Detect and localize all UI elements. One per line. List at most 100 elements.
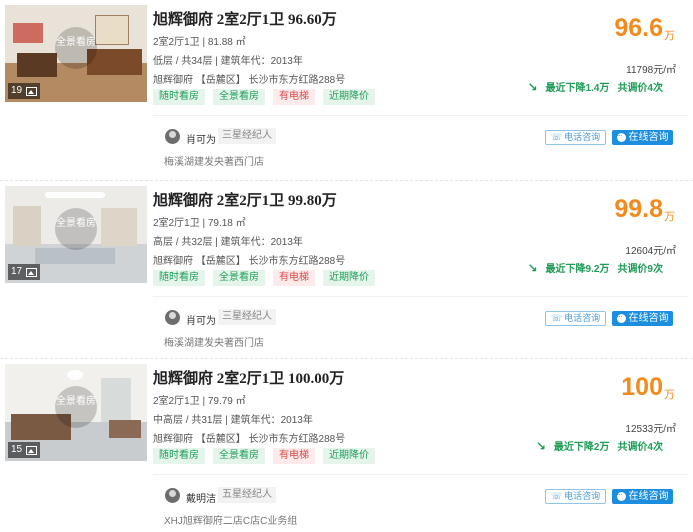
phone-consult-button[interactable]: ☏ 电话咨询 <box>545 130 606 145</box>
adjust-count: 共调价4次 <box>617 83 663 94</box>
phone-consult-label: 电话咨询 <box>564 132 601 142</box>
listing-card[interactable]: 全景看房 19 旭辉御府 2室2厅1卫 96.60万 2室2厅1卫 | 81.8… <box>0 0 693 178</box>
listing-photo[interactable]: 全景看房 17 <box>5 186 147 283</box>
tag-elevator: 有电梯 <box>273 89 315 105</box>
picture-icon <box>26 267 38 277</box>
price-unit: 万 <box>664 389 675 401</box>
tag-price-drop: 近期降价 <box>323 448 375 464</box>
online-consult-button[interactable]: 在线咨询 <box>612 309 673 326</box>
vr-label: 全景看房 <box>56 217 96 229</box>
floor-year: 中高层 / 共31层 | 建筑年代：2013年 <box>153 415 313 426</box>
price-change: ↘ 最近下降9.2万 共调价9次 <box>527 260 663 276</box>
listing-title[interactable]: 旭辉御府 2室2厅1卫 100.00万 <box>153 367 344 388</box>
online-consult-label: 在线咨询 <box>628 313 669 324</box>
agent-level-badge: 三星经纪人 <box>218 309 276 325</box>
total-price: 100 <box>621 373 663 401</box>
photo-painting <box>95 15 129 45</box>
photo-tv-wall <box>101 208 137 246</box>
agent-level-badge: 三星经纪人 <box>218 128 276 144</box>
online-consult-button[interactable]: 在线咨询 <box>612 487 673 504</box>
photo-ceiling-light <box>67 370 83 380</box>
tag-elevator: 有电梯 <box>273 270 315 286</box>
phone-icon: ☏ <box>550 132 563 142</box>
agent-store: XHJ旭辉御府二店C店C业务组 <box>164 516 298 527</box>
price-unit: 万 <box>664 30 675 42</box>
photo-count: 15 <box>8 442 41 458</box>
photo-count: 17 <box>8 264 41 280</box>
avatar[interactable] <box>165 310 180 325</box>
agent-name[interactable]: 肖可为 <box>186 312 216 327</box>
online-consult-label: 在线咨询 <box>628 491 669 502</box>
divider <box>153 115 688 116</box>
recent-drop: 最近下降1.4万 <box>545 83 610 94</box>
avatar[interactable] <box>165 488 180 503</box>
photo-count-number: 15 <box>11 444 23 455</box>
address: 旭辉御府 【岳麓区】 长沙市东方红路288号 <box>153 256 346 267</box>
trend-down-icon: ↘ <box>527 260 538 275</box>
tag-vr-viewing: 全景看房 <box>213 448 265 464</box>
price-change: ↘ 最近下降2万 共调价4次 <box>536 438 663 454</box>
photo-count-number: 17 <box>11 266 23 277</box>
vr-badge[interactable]: 全景看房 <box>55 26 97 69</box>
listing-title[interactable]: 旭辉御府 2室2厅1卫 99.80万 <box>153 189 337 210</box>
phone-icon: ☏ <box>550 491 563 501</box>
listing-photo[interactable]: 全景看房 19 <box>5 5 147 102</box>
divider <box>153 474 688 475</box>
layout-area: 2室2厅1卫 | 79.18 ㎡ <box>153 218 246 229</box>
tag-list: 随时看房 全景看房 有电梯 近期降价 <box>153 270 375 286</box>
online-consult-button[interactable]: 在线咨询 <box>612 128 673 145</box>
tag-list: 随时看房 全景看房 有电梯 近期降价 <box>153 448 375 464</box>
layout-area: 2室2厅1卫 | 81.88 ㎡ <box>153 37 246 48</box>
agent-store: 梅溪湖建发央著西门店 <box>164 338 264 349</box>
recent-drop: 最近下降2万 <box>553 442 610 453</box>
listing-card[interactable]: 全景看房 15 旭辉御府 2室2厅1卫 100.00万 2室2厅1卫 | 79.… <box>0 358 693 532</box>
online-consult-label: 在线咨询 <box>628 132 669 143</box>
total-price: 99.8 <box>614 195 663 223</box>
tag-anytime-viewing: 随时看房 <box>153 448 205 464</box>
vr-badge[interactable]: 全景看房 <box>55 207 97 250</box>
tag-vr-viewing: 全景看房 <box>213 89 265 105</box>
photo-table <box>35 248 115 264</box>
vr-badge[interactable]: 全景看房 <box>55 385 97 428</box>
unit-price: 11798元/㎡ <box>626 65 676 76</box>
phone-icon: ☏ <box>550 313 563 323</box>
photo-calligraphy <box>13 23 43 43</box>
listing-card[interactable]: 全景看房 17 旭辉御府 2室2厅1卫 99.80万 2室2厅1卫 | 79.1… <box>0 180 693 358</box>
adjust-count: 共调价9次 <box>617 264 663 275</box>
photo-ceiling-light <box>45 192 105 198</box>
phone-consult-button[interactable]: ☏ 电话咨询 <box>545 311 606 326</box>
tag-price-drop: 近期降价 <box>323 270 375 286</box>
price-unit: 万 <box>664 211 675 223</box>
floor-year: 高层 / 共32层 | 建筑年代：2013年 <box>153 237 303 248</box>
chat-icon <box>616 487 626 502</box>
agent-name[interactable]: 戴明洁 <box>186 490 216 505</box>
tag-price-drop: 近期降价 <box>323 89 375 105</box>
vr-label: 全景看房 <box>56 36 96 48</box>
phone-consult-button[interactable]: ☏ 电话咨询 <box>545 489 606 504</box>
trend-down-icon: ↘ <box>527 79 538 94</box>
agent-level-badge: 五星经纪人 <box>218 487 276 503</box>
picture-icon <box>26 86 38 96</box>
avatar[interactable] <box>165 129 180 144</box>
chat-icon <box>616 309 626 324</box>
tag-vr-viewing: 全景看房 <box>213 270 265 286</box>
floor-year: 低层 / 共34层 | 建筑年代：2013年 <box>153 56 303 67</box>
photo-wallpaper <box>13 206 41 246</box>
adjust-count: 共调价4次 <box>617 442 663 453</box>
photo-count: 19 <box>8 83 41 99</box>
total-price: 96.6 <box>614 14 663 42</box>
picture-icon <box>26 445 38 455</box>
address: 旭辉御府 【岳麓区】 长沙市东方红路288号 <box>153 75 346 86</box>
listing-photo[interactable]: 全景看房 15 <box>5 364 147 461</box>
phone-consult-label: 电话咨询 <box>564 491 601 501</box>
photo-cabinet <box>17 53 57 77</box>
tag-list: 随时看房 全景看房 有电梯 近期降价 <box>153 89 375 105</box>
tag-elevator: 有电梯 <box>273 448 315 464</box>
agent-store: 梅溪湖建发央著西门店 <box>164 157 264 168</box>
photo-count-number: 19 <box>11 85 23 96</box>
listing-title[interactable]: 旭辉御府 2室2厅1卫 96.60万 <box>153 8 337 29</box>
recent-drop: 最近下降9.2万 <box>545 264 610 275</box>
agent-name[interactable]: 肖可为 <box>186 131 216 146</box>
tag-anytime-viewing: 随时看房 <box>153 270 205 286</box>
photo-window <box>101 378 131 422</box>
